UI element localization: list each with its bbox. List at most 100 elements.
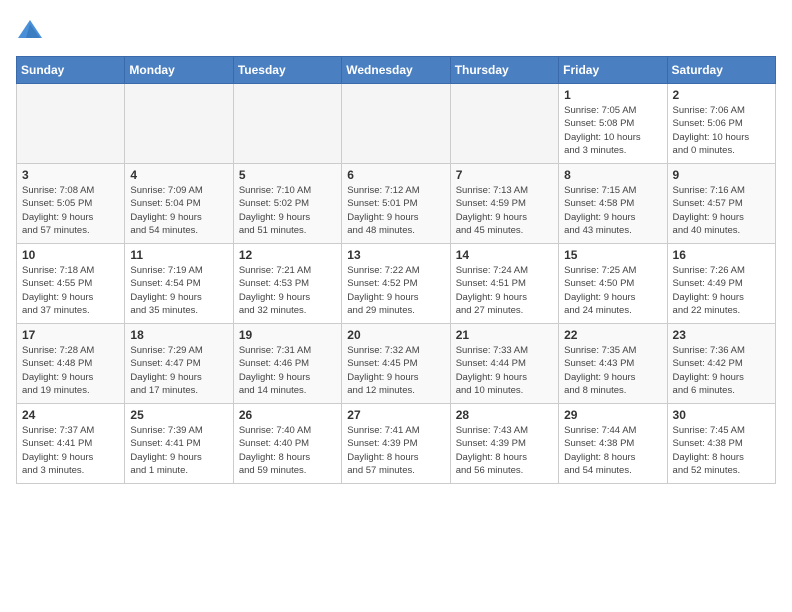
day-number: 8 <box>564 168 661 182</box>
calendar-cell: 9 Sunrise: 7:16 AM Sunset: 4:57 PM Daylig… <box>667 164 775 244</box>
day-info: Sunrise: 7:29 AM Sunset: 4:47 PM Dayligh… <box>130 344 227 397</box>
day-info: Sunrise: 7:26 AM Sunset: 4:49 PM Dayligh… <box>673 264 770 317</box>
day-number: 2 <box>673 88 770 102</box>
calendar-week-3: 10 Sunrise: 7:18 AM Sunset: 4:55 PM Dayli… <box>17 244 776 324</box>
day-info: Sunrise: 7:19 AM Sunset: 4:54 PM Dayligh… <box>130 264 227 317</box>
day-number: 13 <box>347 248 444 262</box>
calendar-week-4: 17 Sunrise: 7:28 AM Sunset: 4:48 PM Dayli… <box>17 324 776 404</box>
day-number: 17 <box>22 328 119 342</box>
day-number: 19 <box>239 328 336 342</box>
day-info: Sunrise: 7:24 AM Sunset: 4:51 PM Dayligh… <box>456 264 553 317</box>
day-number: 21 <box>456 328 553 342</box>
calendar-cell: 15Sunrise: 7:25 AM Sunset: 4:50 PM Dayli… <box>559 244 667 324</box>
calendar-cell: 23 Sunrise: 7:36 AM Sunset: 4:42 PM Dayli… <box>667 324 775 404</box>
day-number: 7 <box>456 168 553 182</box>
day-number: 16 <box>673 248 770 262</box>
day-info: Sunrise: 7:18 AM Sunset: 4:55 PM Dayligh… <box>22 264 119 317</box>
calendar-cell <box>233 84 341 164</box>
day-number: 14 <box>456 248 553 262</box>
day-info: Sunrise: 7:22 AM Sunset: 4:52 PM Dayligh… <box>347 264 444 317</box>
day-number: 10 <box>22 248 119 262</box>
calendar-cell: 14 Sunrise: 7:24 AM Sunset: 4:51 PM Dayli… <box>450 244 558 324</box>
day-info: Sunrise: 7:21 AM Sunset: 4:53 PM Dayligh… <box>239 264 336 317</box>
calendar-cell: 5 Sunrise: 7:10 AM Sunset: 5:02 PM Daylig… <box>233 164 341 244</box>
calendar-header-saturday: Saturday <box>667 57 775 84</box>
calendar-cell: 22Sunrise: 7:35 AM Sunset: 4:43 PM Dayli… <box>559 324 667 404</box>
calendar-header-monday: Monday <box>125 57 233 84</box>
day-number: 3 <box>22 168 119 182</box>
calendar-week-1: 1 Sunrise: 7:05 AM Sunset: 5:08 PM Daylig… <box>17 84 776 164</box>
day-info: Sunrise: 7:08 AM Sunset: 5:05 PM Dayligh… <box>22 184 119 237</box>
calendar-cell: 6 Sunrise: 7:12 AM Sunset: 5:01 PM Daylig… <box>342 164 450 244</box>
calendar-header-tuesday: Tuesday <box>233 57 341 84</box>
day-number: 11 <box>130 248 227 262</box>
calendar-cell: 25Sunrise: 7:39 AM Sunset: 4:41 PM Dayli… <box>125 404 233 484</box>
day-number: 18 <box>130 328 227 342</box>
day-number: 27 <box>347 408 444 422</box>
day-number: 6 <box>347 168 444 182</box>
calendar-cell <box>17 84 125 164</box>
calendar-cell: 21 Sunrise: 7:33 AM Sunset: 4:44 PM Dayli… <box>450 324 558 404</box>
day-info: Sunrise: 7:28 AM Sunset: 4:48 PM Dayligh… <box>22 344 119 397</box>
calendar-cell: 11 Sunrise: 7:19 AM Sunset: 4:54 PM Dayli… <box>125 244 233 324</box>
calendar-cell <box>125 84 233 164</box>
calendar-cell <box>342 84 450 164</box>
calendar-cell: 28Sunrise: 7:43 AM Sunset: 4:39 PM Dayli… <box>450 404 558 484</box>
calendar-cell: 27 Sunrise: 7:41 AM Sunset: 4:39 PM Dayli… <box>342 404 450 484</box>
day-info: Sunrise: 7:32 AM Sunset: 4:45 PM Dayligh… <box>347 344 444 397</box>
day-info: Sunrise: 7:37 AM Sunset: 4:41 PM Dayligh… <box>22 424 119 477</box>
calendar-cell: 17 Sunrise: 7:28 AM Sunset: 4:48 PM Dayli… <box>17 324 125 404</box>
day-info: Sunrise: 7:16 AM Sunset: 4:57 PM Dayligh… <box>673 184 770 237</box>
day-info: Sunrise: 7:35 AM Sunset: 4:43 PM Dayligh… <box>564 344 661 397</box>
calendar-cell: 18 Sunrise: 7:29 AM Sunset: 4:47 PM Dayli… <box>125 324 233 404</box>
calendar-cell: 24 Sunrise: 7:37 AM Sunset: 4:41 PM Dayli… <box>17 404 125 484</box>
day-info: Sunrise: 7:12 AM Sunset: 5:01 PM Dayligh… <box>347 184 444 237</box>
day-info: Sunrise: 7:31 AM Sunset: 4:46 PM Dayligh… <box>239 344 336 397</box>
day-info: Sunrise: 7:36 AM Sunset: 4:42 PM Dayligh… <box>673 344 770 397</box>
calendar-cell: 1 Sunrise: 7:05 AM Sunset: 5:08 PM Daylig… <box>559 84 667 164</box>
calendar-cell: 7Sunrise: 7:13 AM Sunset: 4:59 PM Daylig… <box>450 164 558 244</box>
day-info: Sunrise: 7:39 AM Sunset: 4:41 PM Dayligh… <box>130 424 227 477</box>
calendar-header-wednesday: Wednesday <box>342 57 450 84</box>
day-info: Sunrise: 7:45 AM Sunset: 4:38 PM Dayligh… <box>673 424 770 477</box>
day-number: 29 <box>564 408 661 422</box>
calendar-cell: 13 Sunrise: 7:22 AM Sunset: 4:52 PM Dayli… <box>342 244 450 324</box>
day-number: 1 <box>564 88 661 102</box>
calendar-cell: 19 Sunrise: 7:31 AM Sunset: 4:46 PM Dayli… <box>233 324 341 404</box>
day-info: Sunrise: 7:44 AM Sunset: 4:38 PM Dayligh… <box>564 424 661 477</box>
day-number: 5 <box>239 168 336 182</box>
day-info: Sunrise: 7:43 AM Sunset: 4:39 PM Dayligh… <box>456 424 553 477</box>
calendar-cell: 8 Sunrise: 7:15 AM Sunset: 4:58 PM Daylig… <box>559 164 667 244</box>
calendar-cell: 4 Sunrise: 7:09 AM Sunset: 5:04 PM Daylig… <box>125 164 233 244</box>
calendar-header-sunday: Sunday <box>17 57 125 84</box>
calendar-header-thursday: Thursday <box>450 57 558 84</box>
day-info: Sunrise: 7:15 AM Sunset: 4:58 PM Dayligh… <box>564 184 661 237</box>
calendar-cell: 20 Sunrise: 7:32 AM Sunset: 4:45 PM Dayli… <box>342 324 450 404</box>
calendar-cell <box>450 84 558 164</box>
calendar-cell: 10 Sunrise: 7:18 AM Sunset: 4:55 PM Dayli… <box>17 244 125 324</box>
day-number: 24 <box>22 408 119 422</box>
day-number: 26 <box>239 408 336 422</box>
day-info: Sunrise: 7:41 AM Sunset: 4:39 PM Dayligh… <box>347 424 444 477</box>
calendar-header-friday: Friday <box>559 57 667 84</box>
calendar-cell: 29 Sunrise: 7:44 AM Sunset: 4:38 PM Dayli… <box>559 404 667 484</box>
calendar-body: 1 Sunrise: 7:05 AM Sunset: 5:08 PM Daylig… <box>17 84 776 484</box>
day-number: 12 <box>239 248 336 262</box>
day-info: Sunrise: 7:05 AM Sunset: 5:08 PM Dayligh… <box>564 104 661 157</box>
calendar-table: SundayMondayTuesdayWednesdayThursdayFrid… <box>16 56 776 484</box>
day-number: 20 <box>347 328 444 342</box>
day-number: 23 <box>673 328 770 342</box>
calendar-cell: 30 Sunrise: 7:45 AM Sunset: 4:38 PM Dayli… <box>667 404 775 484</box>
day-number: 30 <box>673 408 770 422</box>
day-info: Sunrise: 7:33 AM Sunset: 4:44 PM Dayligh… <box>456 344 553 397</box>
day-number: 4 <box>130 168 227 182</box>
page-header <box>16 16 776 44</box>
calendar-header-row: SundayMondayTuesdayWednesdayThursdayFrid… <box>17 57 776 84</box>
day-number: 9 <box>673 168 770 182</box>
day-number: 15 <box>564 248 661 262</box>
day-info: Sunrise: 7:09 AM Sunset: 5:04 PM Dayligh… <box>130 184 227 237</box>
day-info: Sunrise: 7:10 AM Sunset: 5:02 PM Dayligh… <box>239 184 336 237</box>
calendar-cell: 12 Sunrise: 7:21 AM Sunset: 4:53 PM Dayli… <box>233 244 341 324</box>
day-info: Sunrise: 7:40 AM Sunset: 4:40 PM Dayligh… <box>239 424 336 477</box>
calendar-week-2: 3 Sunrise: 7:08 AM Sunset: 5:05 PM Daylig… <box>17 164 776 244</box>
